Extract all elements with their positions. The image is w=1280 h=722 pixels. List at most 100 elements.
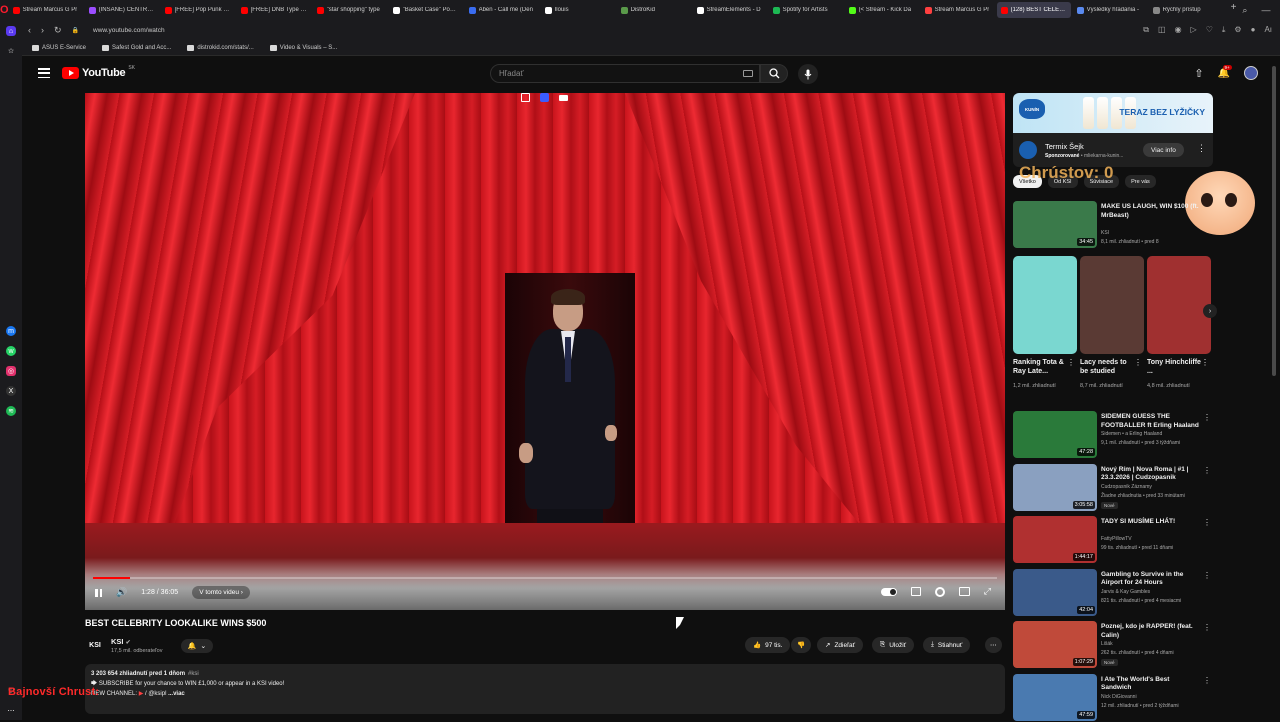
extensions-icon[interactable]: ⚙: [1234, 25, 1241, 35]
forward-icon[interactable]: ›: [41, 25, 44, 35]
search-button[interactable]: [760, 64, 788, 83]
fullscreen-icon[interactable]: ⤢: [984, 586, 991, 597]
share-button[interactable]: ↗ Zdieľať: [817, 637, 864, 653]
browser-tab[interactable]: DistroKid: [617, 2, 691, 18]
video-channel[interactable]: Lišák: [1101, 641, 1211, 647]
url-field[interactable]: www.youtube.com/watch: [93, 27, 165, 34]
video-title[interactable]: Gambling to Survive in the Airport for 2…: [1101, 571, 1201, 588]
short-menu-icon[interactable]: ⋮: [1067, 358, 1075, 367]
camera-icon[interactable]: ◫: [1158, 25, 1166, 35]
browser-tab[interactable]: [FREE] Pop Punk x P: [161, 2, 235, 18]
ai-icon[interactable]: Aı: [1264, 25, 1272, 35]
video-thumbnail[interactable]: 3:05:58: [1013, 463, 1097, 511]
whatsapp-icon[interactable]: w: [6, 346, 16, 356]
browser-tab[interactable]: Spotify for Artists: [769, 2, 843, 18]
recommended-video[interactable]: 42:04 Gambling to Survive in the Airport …: [1013, 568, 1213, 617]
video-thumbnail[interactable]: 1:44:17: [1013, 516, 1097, 563]
short-thumbnail[interactable]: [1147, 256, 1211, 354]
account-avatar[interactable]: [1244, 66, 1258, 80]
spotify-icon[interactable]: ≋: [6, 406, 16, 416]
chip-for-you[interactable]: Pre vás: [1125, 175, 1156, 188]
upload-icon[interactable]: ⇧: [1194, 67, 1203, 80]
play-icon[interactable]: ▷: [1191, 25, 1197, 35]
save-button[interactable]: ⎘ Uložiť: [872, 637, 915, 653]
video-menu-icon[interactable]: ⋮: [1203, 676, 1211, 685]
video-thumbnail[interactable]: 47:59: [1013, 673, 1097, 721]
video-channel[interactable]: KSI: [1101, 229, 1211, 238]
browser-tab[interactable]: StreamElements - D: [693, 2, 767, 18]
video-camera-icon[interactable]: [559, 95, 568, 101]
subscribed-bell-button[interactable]: 🔔 ⌄: [181, 639, 213, 653]
browser-tab[interactable]: Stream Marcus G Pr: [9, 2, 83, 18]
speed-dial-icon[interactable]: ☆: [6, 46, 16, 56]
video-menu-icon[interactable]: ⋮: [1203, 413, 1211, 422]
video-title[interactable]: Nový Rím | Nova Roma | #1 | 23.3.2026 | …: [1101, 466, 1201, 483]
x-icon[interactable]: X: [6, 386, 16, 396]
download-button[interactable]: ⤓ Stiahnuť: [923, 637, 971, 653]
channel-name[interactable]: KSI ✔: [111, 637, 131, 646]
bookmark-heart-icon[interactable]: ♡: [1206, 25, 1213, 35]
video-title[interactable]: TADY SI MUSÍME LHÁT!: [1101, 518, 1201, 527]
browser-tab[interactable]: Aben - Call me (Den: [465, 2, 539, 18]
video-title[interactable]: Poznej, kdo je RAPPER! (feat. Calin): [1101, 623, 1201, 640]
browser-tab[interactable]: Rýchly prístup: [1149, 2, 1223, 18]
video-title[interactable]: MAKE US LAUGH, WIN $100 (ft. MrBeast): [1101, 203, 1201, 220]
video-menu-icon[interactable]: ⋮: [1203, 623, 1211, 632]
like-button[interactable]: 👍 97 tis.: [745, 637, 791, 653]
autoplay-toggle[interactable]: [880, 587, 897, 596]
bookmark-item[interactable]: ASUS E-Service: [32, 44, 86, 51]
page-scrollbar[interactable]: [1272, 66, 1276, 376]
recommended-video[interactable]: 1:07:29 Poznej, kdo je RAPPER! (feat. Cal…: [1013, 621, 1213, 669]
browser-tab[interactable]: (128) BEST CELEBRITY: [996, 2, 1071, 18]
miniplayer-icon[interactable]: [958, 587, 970, 596]
video-thumbnail[interactable]: 1:07:29: [1013, 621, 1097, 668]
browser-tab[interactable]: [FREE] DNB Type Be: [237, 2, 311, 18]
vpn-icon[interactable]: ◉: [1175, 25, 1182, 35]
download-icon[interactable]: ⤓: [1222, 25, 1226, 35]
video-menu-icon[interactable]: ⋮: [1203, 571, 1211, 580]
settings-gear-icon[interactable]: [934, 586, 945, 597]
recommended-video[interactable]: 34:45 MAKE US LAUGH, WIN $100 (ft. MrBea…: [1013, 201, 1213, 249]
profile-icon[interactable]: ●: [1251, 25, 1256, 35]
reload-icon[interactable]: ↻: [54, 25, 62, 36]
back-icon[interactable]: ‹: [28, 25, 31, 35]
video-thumbnail[interactable]: 34:45: [1013, 201, 1097, 248]
channel-avatar[interactable]: KSI: [85, 637, 105, 653]
ad-banner[interactable]: KUNÍN TERAZ BEZ LYŽIČKY: [1013, 93, 1213, 133]
browser-tab[interactable]: Stream Marcus G Pr: [921, 2, 995, 18]
bookmark-item[interactable]: Video & Visuals – S...: [269, 44, 337, 51]
instagram-icon[interactable]: ◎: [6, 366, 16, 376]
search-tabs-icon[interactable]: ⌕: [1242, 5, 1247, 16]
recommended-video[interactable]: 3:05:58 Nový Rím | Nova Roma | #1 | 23.3.…: [1013, 463, 1213, 512]
bookmark-item[interactable]: distrokid.com/stats/...: [187, 44, 254, 51]
short-title[interactable]: Lacy needs to be studied: [1080, 358, 1135, 376]
bookmark-item[interactable]: Safest Gold and Acc...: [102, 44, 171, 51]
video-player[interactable]: 🔊 1:28 / 36:05 V tomto videu › ⤢: [85, 93, 1005, 610]
keyboard-icon[interactable]: [743, 70, 753, 77]
recommended-video[interactable]: 47:59 I Ate The World's Best Sandwich Nick…: [1013, 673, 1213, 722]
voice-search-button[interactable]: [798, 64, 818, 84]
hamburger-menu-icon[interactable]: [38, 68, 50, 78]
advertiser-avatar[interactable]: [1019, 141, 1037, 159]
chapter-button[interactable]: V tomto videu ›: [192, 586, 250, 599]
show-more-link[interactable]: ...viac: [168, 691, 185, 697]
minimize-button[interactable]: —: [1261, 5, 1270, 16]
browser-tab[interactable]: "star shopping" type: [313, 2, 387, 18]
video-title[interactable]: SIDEMEN GUESS THE FOOTBALLER ft Erling H…: [1101, 413, 1201, 430]
browser-tab[interactable]: (< Stream - Kick Da: [845, 2, 919, 18]
video-thumbnail[interactable]: 42:04: [1013, 568, 1097, 616]
video-menu-icon[interactable]: ⋮: [1203, 518, 1211, 527]
volume-icon[interactable]: 🔊: [116, 587, 127, 598]
video-channel[interactable]: Sidemen • a Erling Haaland: [1101, 431, 1211, 437]
more-icon[interactable]: ⋯: [6, 706, 16, 716]
extension-icon[interactable]: [540, 93, 549, 102]
video-menu-icon[interactable]: ⋮: [1203, 466, 1211, 475]
youtube-logo[interactable]: YouTube SK: [62, 65, 135, 79]
screenshot-icon[interactable]: ⧉: [1143, 25, 1149, 35]
short-title[interactable]: Ranking Tota & Ray Late...: [1013, 358, 1068, 376]
more-actions-button[interactable]: ⋯: [985, 637, 1002, 653]
home-icon[interactable]: ⌂: [6, 26, 16, 36]
video-channel[interactable]: Nick DiGiovanni: [1101, 694, 1211, 700]
notifications-button[interactable]: 🔔 9+: [1218, 64, 1232, 79]
opera-logo-icon[interactable]: O: [0, 0, 9, 20]
